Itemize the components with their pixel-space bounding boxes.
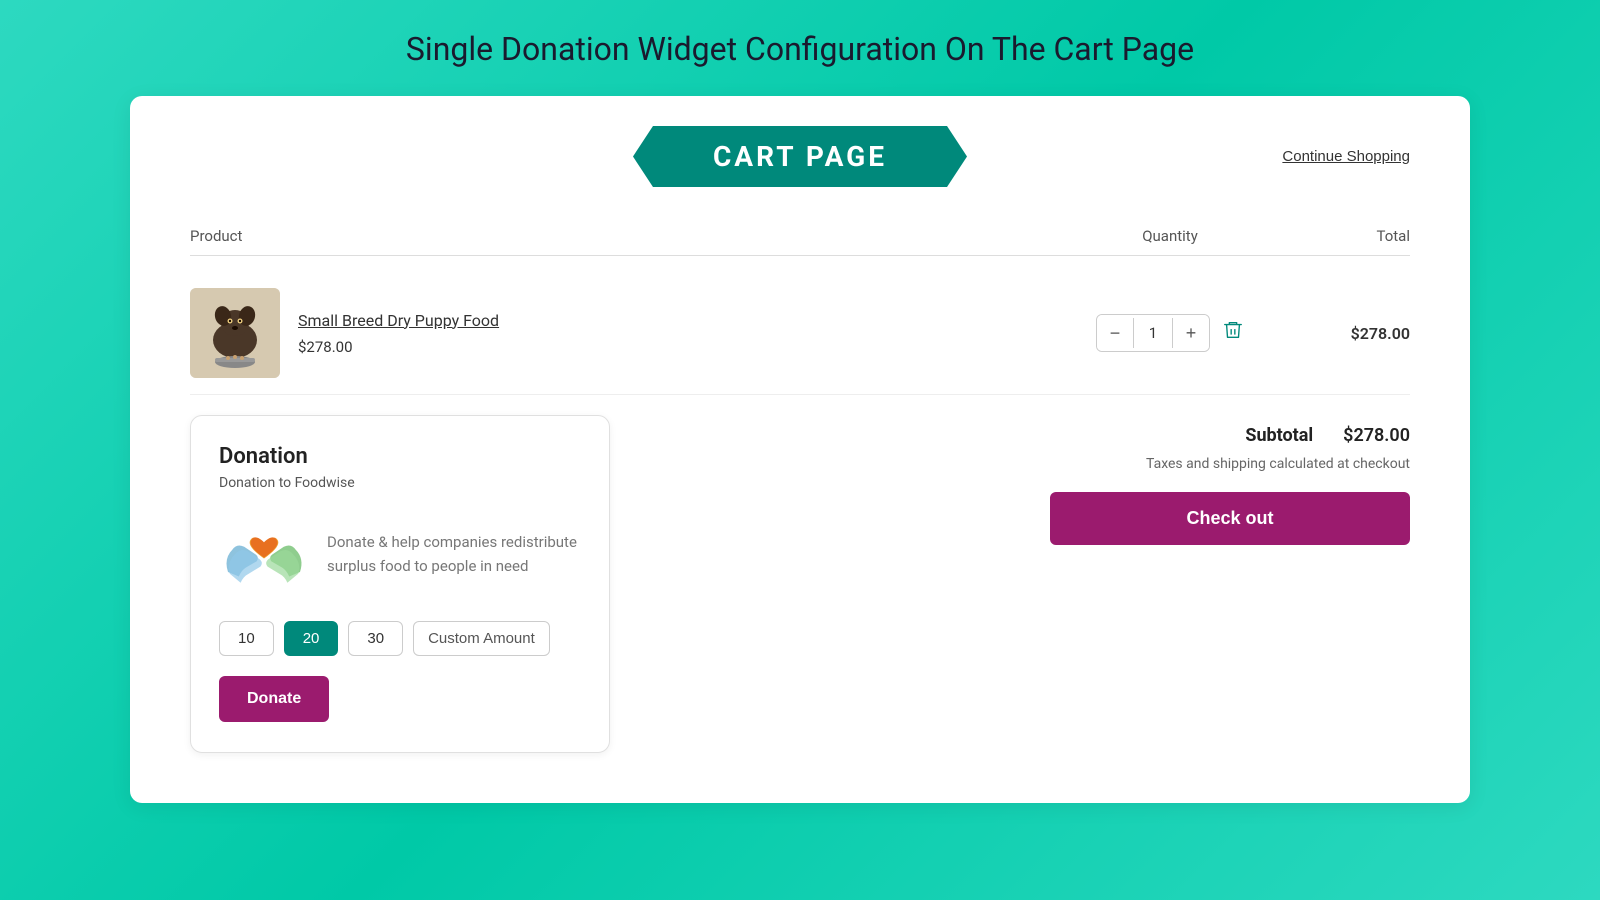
amount-20-button[interactable]: 20 xyxy=(284,621,339,656)
amount-buttons: 10 20 30 Custom Amount xyxy=(219,621,581,656)
donation-description: Donate & help companies redistribute sur… xyxy=(327,530,581,578)
subtotal-label: Subtotal xyxy=(1245,425,1313,446)
summary-section: Subtotal $278.00 Taxes and shipping calc… xyxy=(650,415,1410,545)
donation-widget: Donation Donation to Foodwise Donate & h… xyxy=(190,415,610,753)
table-headers: Product Quantity Total xyxy=(190,217,1410,256)
donation-icon xyxy=(219,509,309,599)
amount-30-button[interactable]: 30 xyxy=(348,621,403,656)
quantity-value: 1 xyxy=(1133,318,1173,348)
taxes-note: Taxes and shipping calculated at checkou… xyxy=(1146,456,1410,472)
product-price: $278.00 xyxy=(298,338,499,356)
donation-subtitle: Donation to Foodwise xyxy=(219,475,581,491)
product-info: Small Breed Dry Puppy Food $278.00 xyxy=(298,311,499,356)
product-section: Small Breed Dry Puppy Food $278.00 xyxy=(190,288,1070,378)
cart-header: CART PAGE Continue Shopping xyxy=(190,126,1410,187)
col-total: Total xyxy=(1270,227,1410,245)
main-card: CART PAGE Continue Shopping Product Quan… xyxy=(130,96,1470,803)
product-name[interactable]: Small Breed Dry Puppy Food xyxy=(298,311,499,330)
donation-title: Donation xyxy=(219,444,581,469)
cart-row: Small Breed Dry Puppy Food $278.00 − 1 +… xyxy=(190,272,1410,395)
delete-item-button[interactable] xyxy=(1222,319,1244,347)
item-total: $278.00 xyxy=(1270,324,1410,343)
page-title: Single Donation Widget Configuration On … xyxy=(406,30,1194,68)
col-quantity: Quantity xyxy=(1070,227,1270,245)
decrease-qty-button[interactable]: − xyxy=(1097,315,1133,351)
donation-desc-row: Donate & help companies redistribute sur… xyxy=(219,509,581,599)
subtotal-row: Subtotal $278.00 xyxy=(1245,425,1410,446)
product-image xyxy=(190,288,280,378)
subtotal-value: $278.00 xyxy=(1343,425,1410,446)
col-product: Product xyxy=(190,227,1070,245)
continue-shopping-button[interactable]: Continue Shopping xyxy=(1282,148,1410,165)
checkout-button[interactable]: Check out xyxy=(1050,492,1410,545)
donate-button[interactable]: Donate xyxy=(219,676,329,722)
custom-amount-button[interactable]: Custom Amount xyxy=(413,621,550,656)
cart-banner: CART PAGE xyxy=(633,126,967,187)
amount-10-button[interactable]: 10 xyxy=(219,621,274,656)
quantity-controls: − 1 + xyxy=(1096,314,1210,352)
trash-icon xyxy=(1222,319,1244,341)
increase-qty-button[interactable]: + xyxy=(1173,315,1209,351)
bottom-section: Donation Donation to Foodwise Donate & h… xyxy=(190,415,1410,753)
quantity-section: − 1 + xyxy=(1070,314,1270,352)
